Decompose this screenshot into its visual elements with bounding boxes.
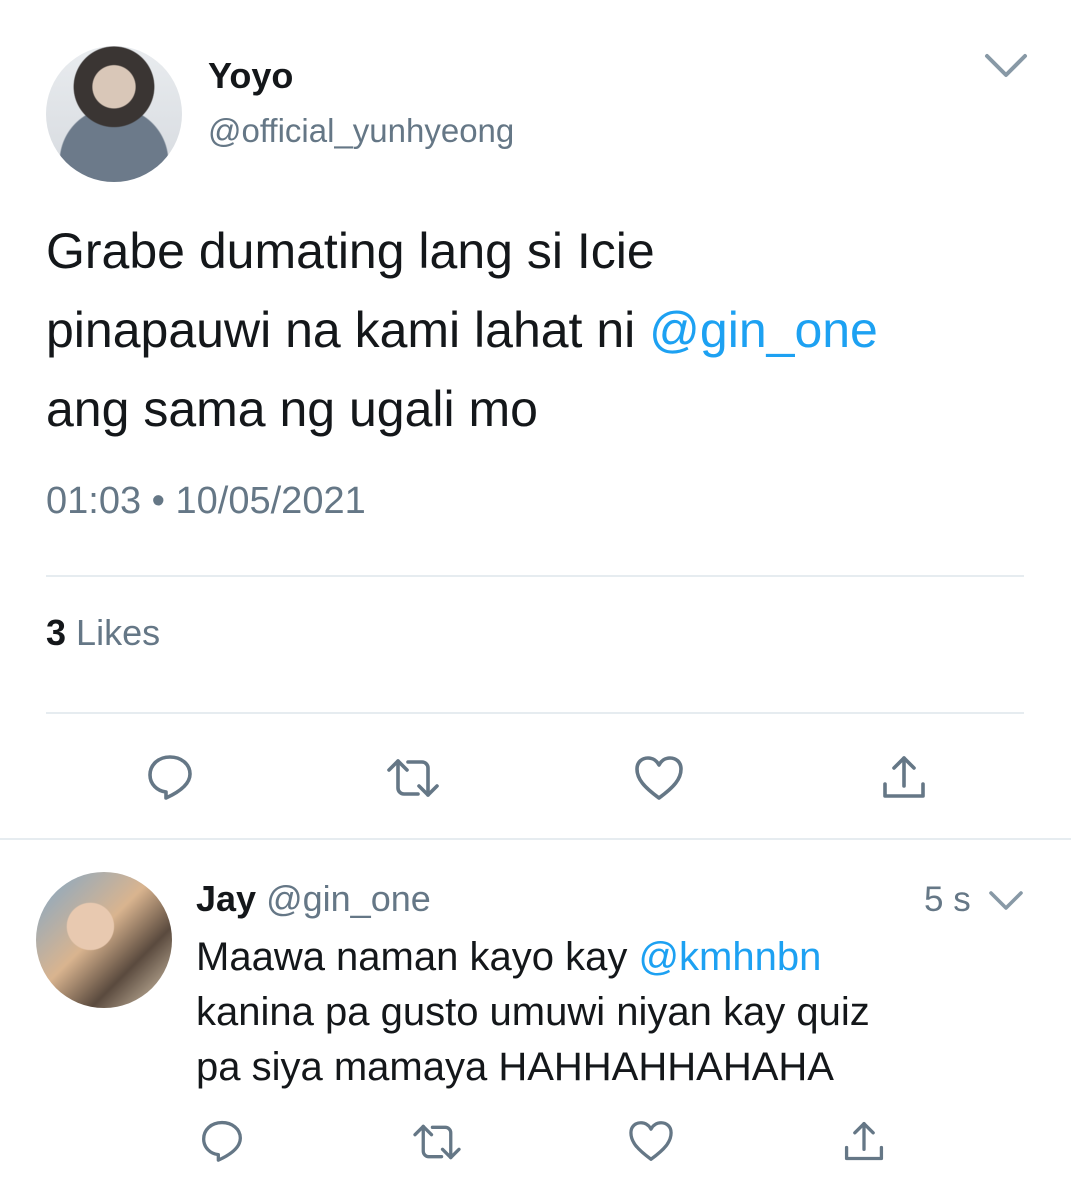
reply-icon[interactable] — [146, 752, 194, 800]
divider — [46, 712, 1024, 714]
mention-link[interactable]: @gin_one — [649, 302, 878, 358]
likes-label: Likes — [76, 612, 161, 653]
tweet-text: Grabe dumating lang si Icie pinapauwi na… — [46, 212, 1046, 449]
tweet-date: 10/05/2021 — [175, 480, 366, 522]
reply-author-name: Jay — [196, 878, 257, 919]
tweet-text-line: pinapauwi na kami lahat ni @gin_one — [46, 291, 1046, 370]
reply-text-line: pa siya mamaya HAHHAHHAHAHA — [196, 1045, 834, 1089]
reply-text-line: Maawa naman kayo kay @kmhnbn — [196, 930, 1046, 985]
heart-icon[interactable] — [628, 1120, 674, 1162]
chevron-down-icon[interactable] — [988, 890, 1024, 912]
mention-link[interactable]: @kmhnbn — [638, 935, 821, 979]
divider — [46, 575, 1024, 577]
heart-icon[interactable] — [634, 754, 684, 802]
retweet-icon[interactable] — [386, 754, 440, 802]
meta-separator: • — [151, 480, 165, 522]
author-name[interactable]: Yoyo — [208, 55, 293, 97]
chevron-down-icon[interactable] — [984, 52, 1028, 80]
likes-count[interactable]: 3 Likes — [46, 612, 160, 654]
tweet-text-segment: pinapauwi na kami lahat ni — [46, 302, 650, 358]
tweet-text-line: Grabe dumating lang si Icie — [46, 223, 655, 279]
reply-icon[interactable] — [200, 1118, 244, 1162]
reply-author-avatar[interactable] — [36, 872, 172, 1008]
author-avatar[interactable] — [46, 46, 182, 182]
reply-text-line: kanina pa gusto umuwi niyan kay quiz — [196, 990, 870, 1034]
tweet-time: 01:03 — [46, 480, 142, 522]
section-divider — [0, 838, 1071, 840]
reply-author-handle: @gin_one — [266, 878, 431, 919]
share-icon[interactable] — [842, 1120, 886, 1164]
retweet-icon[interactable] — [412, 1120, 462, 1164]
reply-text-segment: Maawa naman kayo kay — [196, 935, 639, 979]
share-icon[interactable] — [880, 754, 928, 802]
reply-time: 5 s — [924, 880, 971, 919]
likes-number: 3 — [46, 612, 67, 653]
reply-author[interactable]: Jay @gin_one — [196, 878, 431, 920]
tweet-timestamp[interactable]: 01:03 • 10/05/2021 — [46, 480, 366, 523]
tweet-text-line: ang sama ng ugali mo — [46, 381, 538, 437]
reply-text: Maawa naman kayo kay @kmhnbn kanina pa g… — [196, 930, 1046, 1095]
author-handle[interactable]: @official_yunhyeong — [208, 112, 514, 150]
